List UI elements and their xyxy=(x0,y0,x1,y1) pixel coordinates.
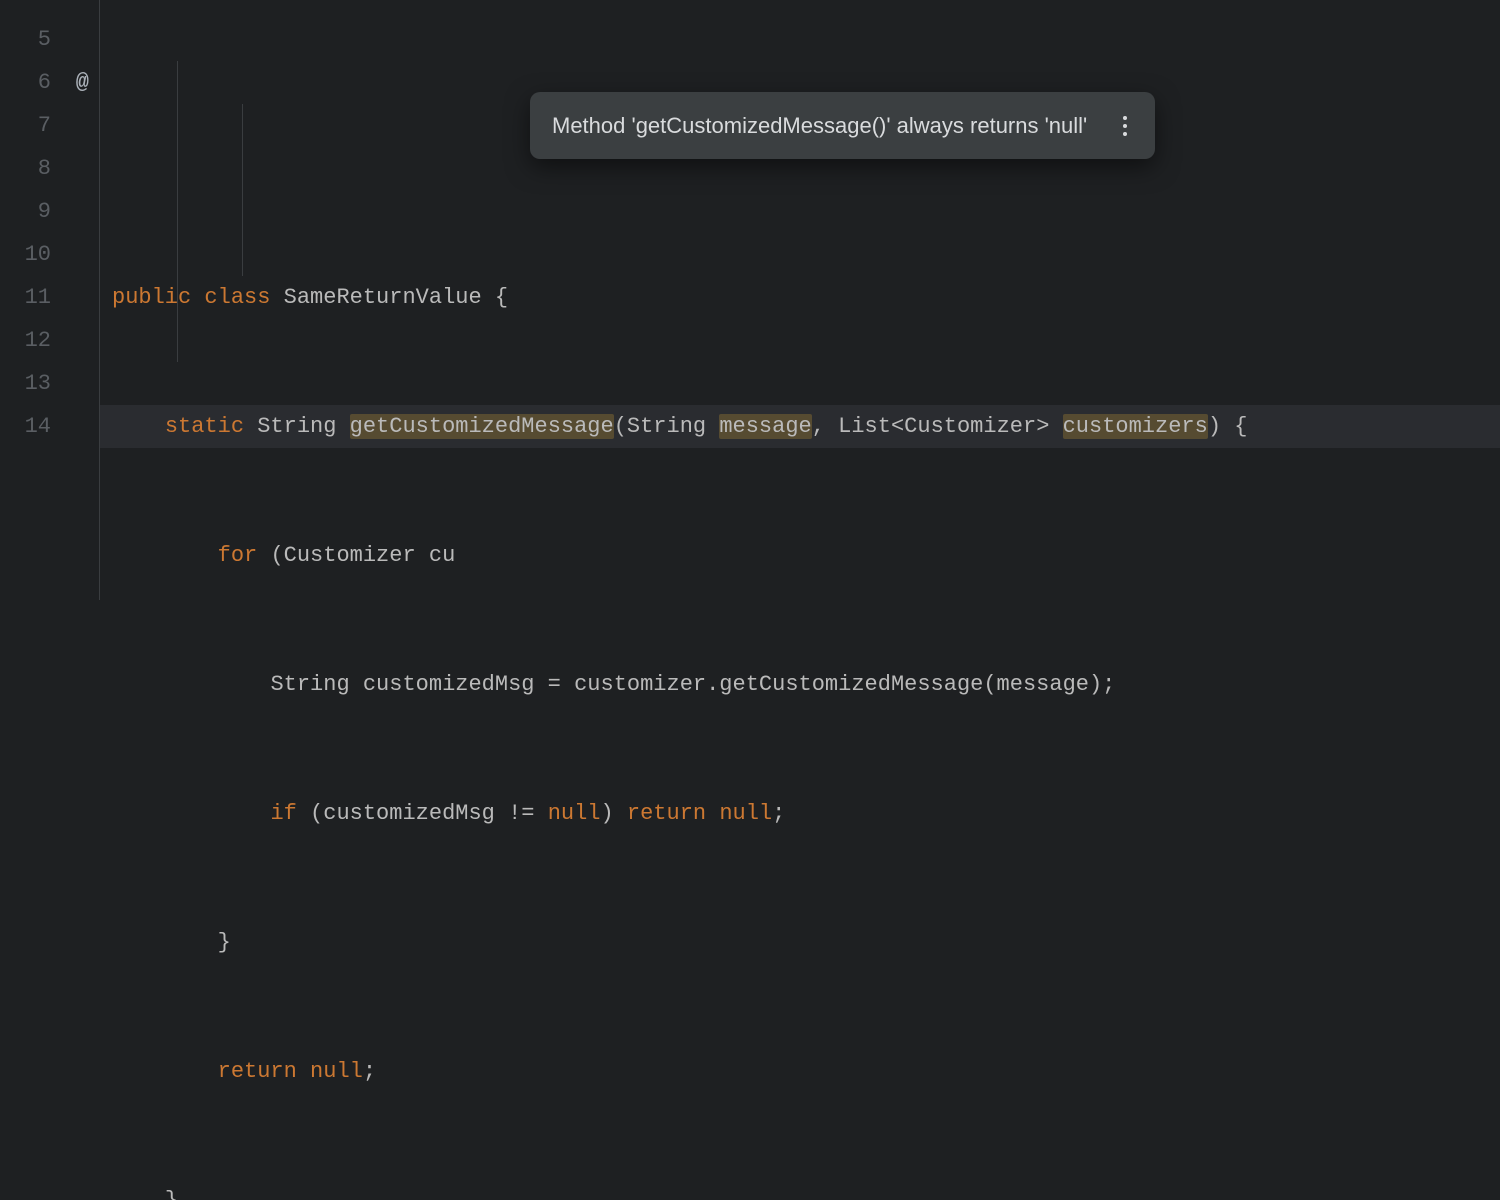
indent-guide xyxy=(242,104,243,276)
line-number: 11 xyxy=(0,276,99,319)
code-area[interactable]: public class SameReturnValue { static St… xyxy=(100,0,1500,600)
line-number: 9 xyxy=(0,190,99,233)
line-number: 8 xyxy=(0,147,99,190)
code-editor[interactable]: 5 6@ 7 8 9 10 11 12 13 14 public class S… xyxy=(0,0,1500,600)
code-line[interactable]: String customizedMsg = customizer.getCus… xyxy=(100,663,1500,706)
code-line[interactable]: return null; xyxy=(100,1050,1500,1093)
method-name-warning: getCustomizedMessage xyxy=(350,414,614,439)
code-line[interactable]: static String getCustomizedMessage(Strin… xyxy=(100,405,1500,448)
code-line[interactable]: if (customizedMsg != null) return null; xyxy=(100,792,1500,835)
line-number: 6@ xyxy=(0,61,99,104)
line-number: 14 xyxy=(0,405,99,448)
line-number: 7 xyxy=(0,104,99,147)
code-line[interactable]: public class SameReturnValue { xyxy=(100,276,1500,319)
code-line[interactable]: for (Customizer cu xyxy=(100,534,1500,577)
line-number: 13 xyxy=(0,362,99,405)
param-warning: customizers xyxy=(1063,414,1208,439)
more-actions-icon[interactable] xyxy=(1117,110,1133,142)
param-warning: message xyxy=(719,414,811,439)
inspection-tooltip[interactable]: Method 'getCustomizedMessage()' always r… xyxy=(530,92,1155,159)
line-number: 10 xyxy=(0,233,99,276)
tooltip-text: Method 'getCustomizedMessage()' always r… xyxy=(552,104,1087,147)
line-gutter: 5 6@ 7 8 9 10 11 12 13 14 xyxy=(0,0,100,600)
code-line[interactable]: } xyxy=(100,921,1500,964)
gutter-annotation-icon[interactable]: @ xyxy=(76,61,89,104)
code-line[interactable]: } xyxy=(100,1179,1500,1200)
line-number: 5 xyxy=(0,18,99,61)
line-number: 12 xyxy=(0,319,99,362)
